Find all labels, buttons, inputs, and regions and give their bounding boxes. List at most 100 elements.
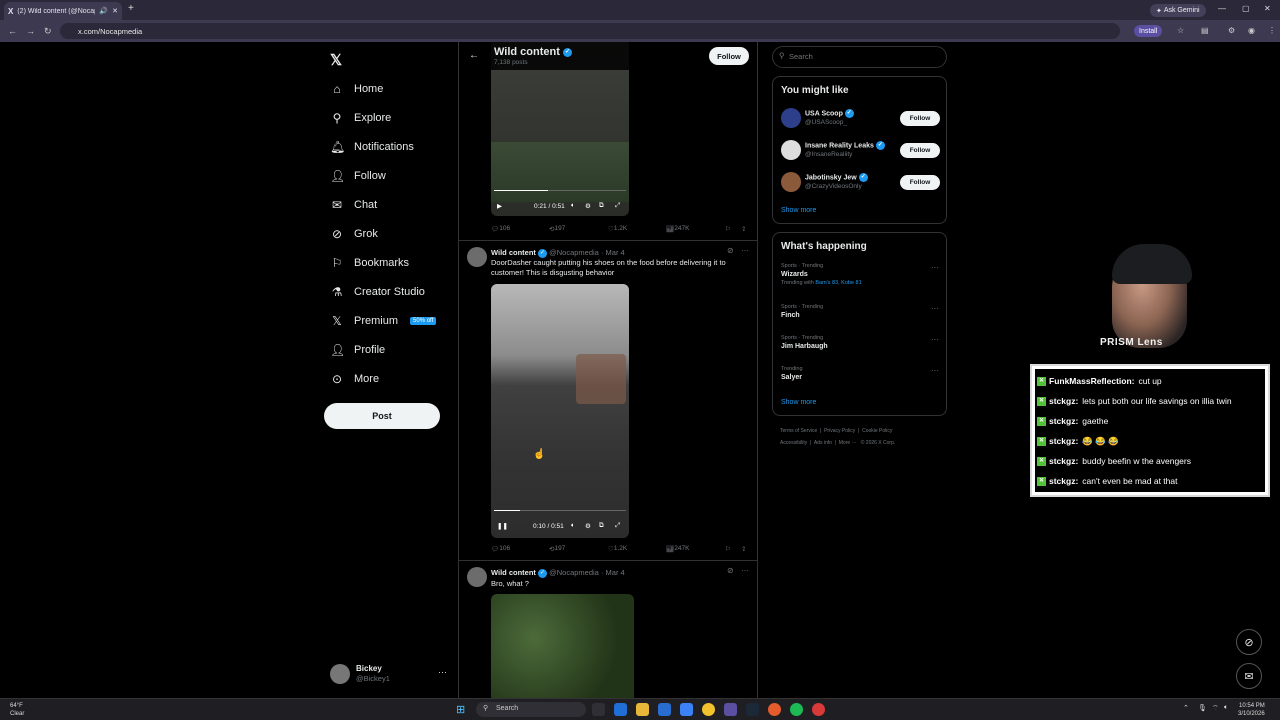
menu-icon[interactable]: ⋮ <box>1268 26 1276 35</box>
more-dots-icon[interactable]: ··· <box>741 246 749 255</box>
nav-more[interactable]: ⊙ More <box>330 370 379 388</box>
bookmark-icon[interactable]: ⚐ <box>725 545 731 553</box>
footer-link[interactable]: Privacy Policy <box>824 428 855 434</box>
footer-link[interactable]: Ads info <box>814 440 832 446</box>
trend-item[interactable]: Sports · Trending Wizards Trending with … <box>781 263 941 286</box>
play-icon[interactable]: ▶ <box>497 202 502 210</box>
volume-icon[interactable]: 🔈︎ <box>571 202 575 210</box>
author-handle[interactable]: @Nocapmedia <box>549 568 599 577</box>
reply-button[interactable]: 💬︎ 106 <box>491 545 510 553</box>
trend-item[interactable]: Trending Salyer ··· <box>781 366 941 381</box>
views-button[interactable]: 📊︎ 247K <box>666 225 689 233</box>
nav-creator-studio[interactable]: ⚗ Creator Studio <box>330 283 425 301</box>
share-icon[interactable]: ⇪ <box>741 545 746 553</box>
pip-icon[interactable]: ⧉ <box>599 202 604 210</box>
nav-profile[interactable]: 👤︎ Profile <box>330 341 385 359</box>
recommendation-item[interactable]: USA Scoop ✓ @USAScoop_ Follow <box>781 107 941 129</box>
brave-icon[interactable] <box>768 703 781 716</box>
chevron-up-icon[interactable]: ⌃ <box>1183 704 1189 712</box>
follow-button[interactable]: Follow <box>900 143 940 158</box>
profile-icon[interactable]: ◉ <box>1248 26 1255 35</box>
tweet-date[interactable]: Mar 4 <box>606 568 625 577</box>
more-dots-icon[interactable]: ··· <box>931 366 939 375</box>
author-name[interactable]: Wild content <box>491 248 536 257</box>
trend-item[interactable]: Sports · Trending Jim Harbaugh ··· <box>781 335 941 350</box>
video-progress-bar[interactable] <box>494 190 626 191</box>
recommendation-item[interactable]: Jabotinsky Jew ✓ @CrazyVideosOnly Follow <box>781 171 941 193</box>
reply-button[interactable]: 💬︎ 106 <box>491 225 510 233</box>
repost-button[interactable]: ⟲ 197 <box>549 545 565 553</box>
windows-start-icon[interactable]: ⊞ <box>456 703 469 716</box>
nav-follow[interactable]: 👤︎ Follow <box>330 167 386 185</box>
tweet-video[interactable]: ❚❚ 0:10 / 0:51 🔈︎ ⚙ ⧉ ⤢ <box>491 284 629 538</box>
forward-arrow-icon[interactable]: → <box>26 26 35 36</box>
nav-bookmarks[interactable]: ⚐ Bookmarks <box>330 254 409 272</box>
minimize-button[interactable]: — <box>1218 4 1226 13</box>
nav-grok[interactable]: ⊘ Grok <box>330 225 378 243</box>
chrome-icon[interactable] <box>702 703 715 716</box>
trend-item[interactable]: Sports · Trending Finch ··· <box>781 304 941 319</box>
share-icon[interactable]: ⇪ <box>741 225 746 233</box>
wifi-icon[interactable]: ⌔ <box>1212 704 1219 713</box>
store-icon[interactable] <box>658 703 671 716</box>
file-explorer-icon[interactable] <box>636 703 649 716</box>
grok-fab-button[interactable]: ⊘ <box>1236 629 1262 655</box>
clock[interactable]: 10:54 PM 3/10/2026 <box>1238 702 1265 718</box>
weather-widget[interactable]: 64°F Clear <box>10 702 24 718</box>
follow-button[interactable]: Follow <box>900 175 940 190</box>
avatar[interactable] <box>467 567 487 587</box>
messages-fab-button[interactable]: ✉ <box>1236 663 1262 689</box>
nav-home[interactable]: ⌂ Home <box>330 80 383 98</box>
views-button[interactable]: 📊︎ 247K <box>666 545 689 553</box>
browser-tab[interactable]: X (2) Wild content (@Nocapmedia... 🔊 ✕ <box>4 2 122 20</box>
post-button[interactable]: Post <box>324 403 440 429</box>
show-more-link[interactable]: Show more <box>781 399 816 406</box>
grok-icon[interactable]: ⊘ <box>727 566 734 575</box>
repost-button[interactable]: ⟲ 197 <box>549 225 565 233</box>
mail-app-icon[interactable] <box>680 703 693 716</box>
more-dots-icon[interactable]: ··· <box>931 335 939 344</box>
nav-chat[interactable]: ✉ Chat <box>330 196 377 214</box>
close-tab-icon[interactable]: ✕ <box>112 7 118 15</box>
like-button[interactable]: ♡ 1.2K <box>608 225 627 233</box>
app-icon[interactable] <box>812 703 825 716</box>
author-handle[interactable]: @Nocapmedia <box>549 248 599 257</box>
tweet-video[interactable] <box>491 594 634 698</box>
recommendation-item[interactable]: Insane Reality Leaks ✓ @InsaneRealiity F… <box>781 139 941 161</box>
back-arrow-icon[interactable]: ← <box>469 50 479 61</box>
tweet-date[interactable]: Mar 4 <box>606 248 625 257</box>
pause-icon[interactable]: ❚❚ <box>497 522 508 530</box>
volume-icon[interactable]: 🔈︎ <box>571 522 575 530</box>
settings-icon[interactable]: ⚙ <box>585 202 591 210</box>
pip-icon[interactable]: ⧉ <box>599 522 604 530</box>
more-dots-icon[interactable]: ··· <box>931 263 939 272</box>
x-home-logo-icon[interactable]: 𝕏 <box>330 51 342 69</box>
show-more-link[interactable]: Show more <box>781 207 816 214</box>
install-button[interactable]: Install <box>1134 25 1163 37</box>
task-view-icon[interactable] <box>592 703 605 716</box>
footer-link[interactable]: Cookie Policy <box>862 428 892 434</box>
fullscreen-icon[interactable]: ⤢ <box>615 202 620 210</box>
footer-link[interactable]: More ··· <box>839 440 857 446</box>
star-icon[interactable]: ☆ <box>1177 26 1184 35</box>
new-tab-button[interactable]: + <box>128 3 134 14</box>
follow-button[interactable]: Follow <box>709 47 749 65</box>
browser-app-icon[interactable] <box>724 703 737 716</box>
more-dots-icon[interactable]: ··· <box>741 566 749 575</box>
nav-explore[interactable]: ⚲ Explore <box>330 109 392 127</box>
copilot-icon[interactable] <box>614 703 627 716</box>
search-input[interactable]: ⚲ Search <box>772 46 947 68</box>
bookmark-icon[interactable]: ⚐ <box>725 225 731 233</box>
ask-gemini-button[interactable]: ✦ Ask Gemini <box>1150 4 1206 17</box>
back-arrow-icon[interactable]: ← <box>8 26 17 36</box>
taskbar-search[interactable]: ⚲ Search <box>476 702 586 717</box>
like-button[interactable]: ♡ 1.2K <box>608 545 627 553</box>
more-dots-icon[interactable]: ··· <box>931 304 939 313</box>
footer-link[interactable]: Accessibility <box>780 440 807 446</box>
trend-link[interactable]: Bam's 83, Kobe 81 <box>815 280 861 286</box>
follow-button[interactable]: Follow <box>900 111 940 126</box>
footer-link[interactable]: Terms of Service <box>780 428 817 434</box>
settings-icon[interactable]: ⚙ <box>585 522 591 530</box>
nav-premium[interactable]: 𝕏 Premium 50% off <box>330 312 437 330</box>
steam-icon[interactable] <box>746 703 759 716</box>
